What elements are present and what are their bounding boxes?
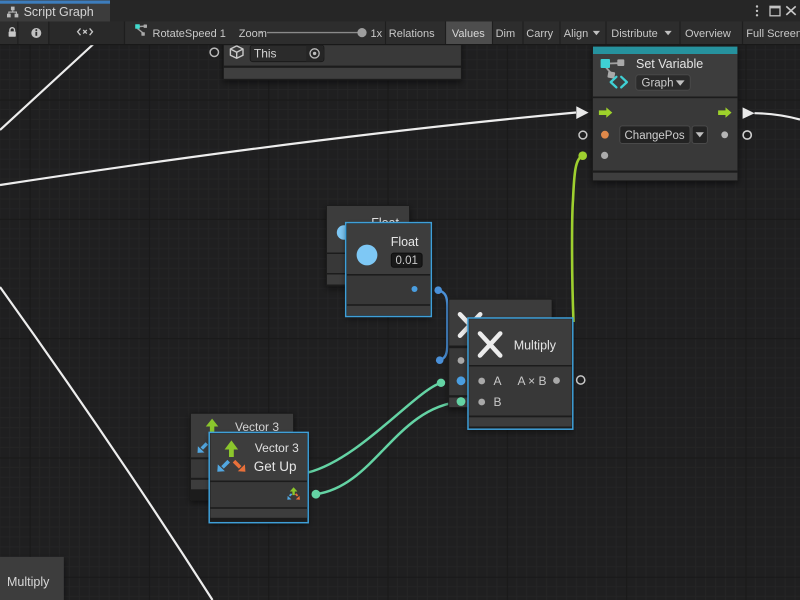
svg-text:1x: 1x [371,28,383,40]
svg-text:Multiply: Multiply [7,575,50,589]
svg-text:Set Variable: Set Variable [636,57,703,71]
svg-text:Values: Values [452,28,485,40]
svg-text:Zoom: Zoom [239,28,267,40]
svg-text:A × B: A × B [518,374,547,388]
svg-text:Carry: Carry [526,28,553,40]
svg-text:Overview: Overview [685,28,731,40]
svg-text:A: A [494,374,502,388]
svg-text:Multiply: Multiply [514,339,557,353]
svg-text:Float: Float [391,235,419,249]
svg-text:Relations: Relations [389,28,435,40]
svg-text:ChangePos: ChangePos [625,130,685,142]
svg-text:0.01: 0.01 [396,255,418,267]
svg-text:RotateSpeed 1: RotateSpeed 1 [153,28,226,40]
svg-text:Graph: Graph [642,77,674,89]
svg-text:B: B [494,395,502,409]
svg-text:Distribute: Distribute [611,28,657,40]
svg-text:Dim: Dim [496,28,516,40]
svg-text:Script Graph: Script Graph [24,5,94,19]
svg-text:This: This [254,46,277,60]
svg-text:Get Up: Get Up [254,459,297,474]
svg-text:Full Screen: Full Screen [746,28,800,40]
svg-text:Vector 3: Vector 3 [255,441,299,455]
svg-text:Align: Align [564,28,588,40]
